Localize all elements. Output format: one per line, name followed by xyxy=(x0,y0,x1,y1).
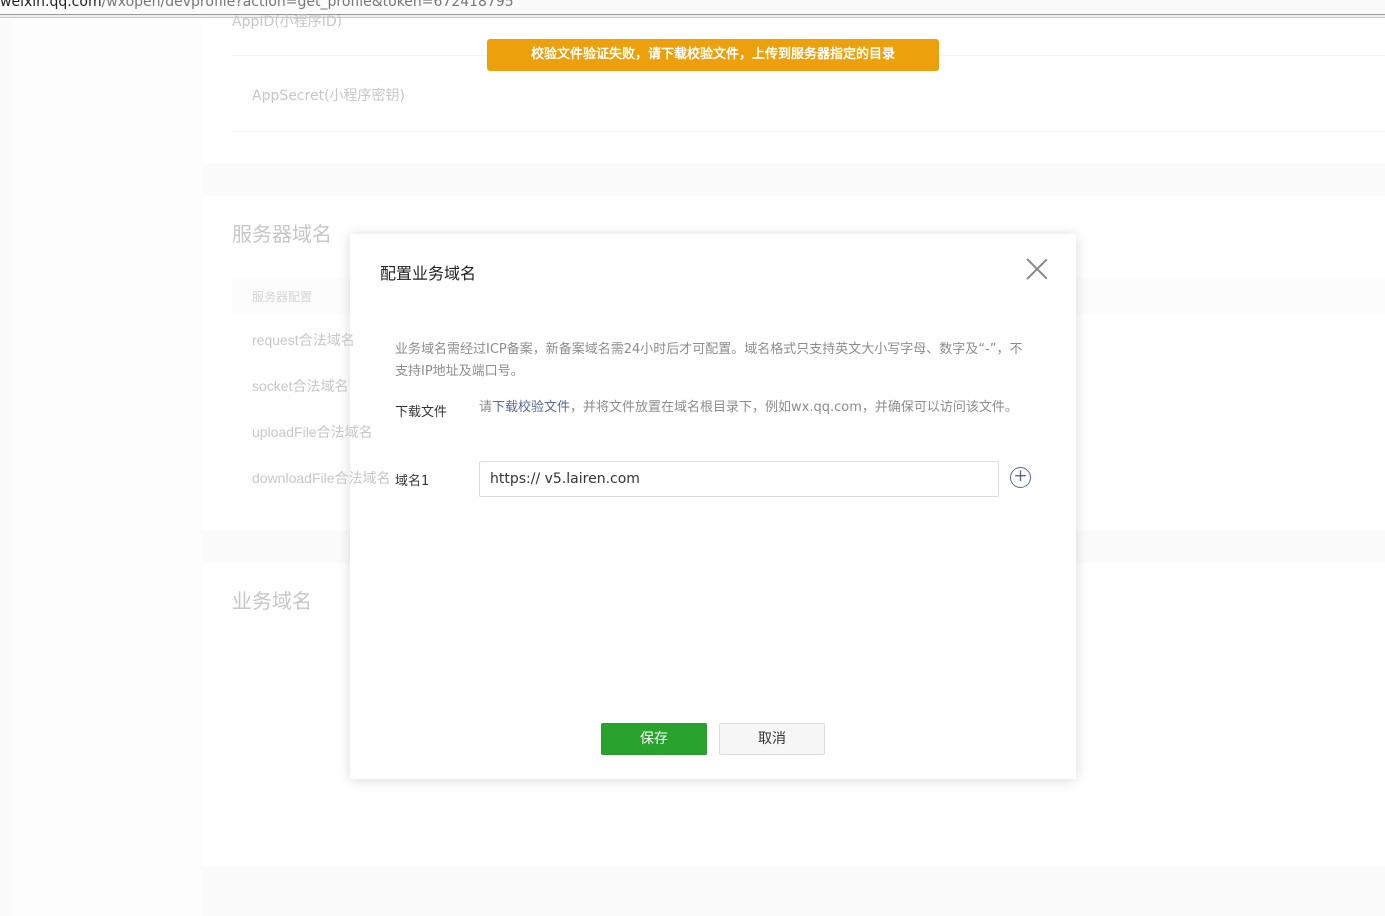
download-instructions: 请下载校验文件，并将文件放置在域名根目录下，例如wx.qq.com，并确保可以访… xyxy=(479,397,1039,419)
download-file-label: 下载文件 xyxy=(395,405,448,420)
add-domain-plus-icon[interactable]: + xyxy=(1010,467,1031,488)
dialog-description: 业务域名需经过ICP备案，新备案域名需24小时后才可配置。域名格式只支持英文大小… xyxy=(395,342,1023,379)
socket-domain-row: socket合法域名 xyxy=(252,378,349,394)
divider xyxy=(232,131,1385,132)
domain-1-label: 域名1 xyxy=(395,474,430,489)
download-prefix: 请 xyxy=(479,400,493,415)
dialog-title: 配置业务域名 xyxy=(380,264,477,283)
server-config-header: 服务器配置 xyxy=(252,290,313,304)
browser-divider xyxy=(0,14,1385,18)
error-toast: 校验文件验证失败，请下载校验文件，上传到服务器指定的目录 xyxy=(487,39,939,71)
close-icon[interactable] xyxy=(1026,258,1048,280)
request-domain-row: request合法域名 xyxy=(252,332,355,348)
cancel-button[interactable]: 取消 xyxy=(719,723,825,755)
download-verification-file-link[interactable]: 下载校验文件 xyxy=(492,400,570,415)
server-domain-title: 服务器域名 xyxy=(232,222,332,246)
save-button[interactable]: 保存 xyxy=(601,723,707,755)
appid-label: AppID(小程序ID) xyxy=(232,14,343,30)
uploadfile-domain-row: uploadFile合法域名 xyxy=(252,424,373,440)
appsecret-label: AppSecret(小程序密钥) xyxy=(252,88,406,104)
url-host: weixin.qq.com xyxy=(0,0,102,10)
downloadfile-domain-row: downloadFile合法域名 xyxy=(252,470,391,486)
download-suffix: ，并将文件放置在域名根目录下，例如wx.qq.com，并确保可以访问该文件。 xyxy=(570,400,1018,415)
domain-1-input[interactable] xyxy=(479,461,999,497)
configure-business-domain-dialog: 配置业务域名 业务域名需经过ICP备案，新备案域名需24小时后才可配置。域名格式… xyxy=(350,234,1076,779)
business-domain-title: 业务域名 xyxy=(232,589,312,613)
url-path: /wxopen/devprofile?action=get_profile&to… xyxy=(101,0,514,10)
left-sidebar xyxy=(12,19,202,916)
